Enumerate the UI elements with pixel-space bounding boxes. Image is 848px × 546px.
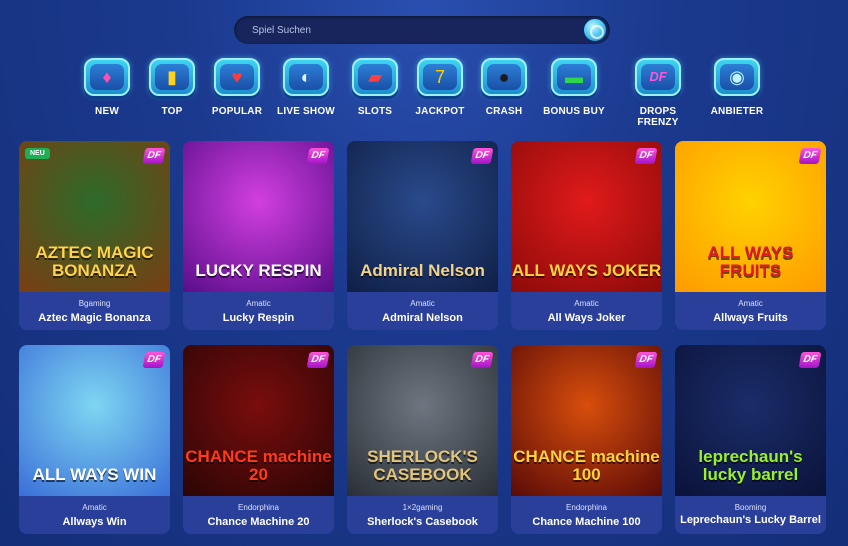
drops-frenzy-badge: DF [634,148,658,164]
game-thumbnail[interactable]: SHERLOCK'S CASEBOOK DF [347,345,498,496]
game-art-title: ALL WAYS FRUITS [707,243,794,280]
drops-frenzy-badge: DF [142,148,166,164]
game-card[interactable]: ALL WAYS JOKER DF Amatic All Ways Joker [511,141,662,330]
game-thumbnail[interactable]: Admiral Nelson DF [347,141,498,292]
game-art-title: CHANCE machine 20 [185,447,332,484]
game-card[interactable]: SHERLOCK'S CASEBOOK DF 1×2gaming Sherlock's… [347,345,498,534]
game-art-title: CHANCE machine 100 [513,447,660,484]
category-bonus-buy[interactable]: ▬ BONUS BUY [534,58,614,117]
category-label: CRASH [485,106,523,117]
game-art-title: LUCKY RESPIN [195,261,322,280]
slot-reel-icon: ▰ [352,58,398,96]
game-thumbnail[interactable]: ALL WAYS WIN DF [19,345,170,496]
search-bar [234,16,610,44]
heart-icon: ♥ [214,58,260,96]
game-card[interactable]: ALL WAYS WIN DF Amatic Allways Win [19,345,170,534]
mic-icon: ◐ [283,58,329,96]
game-title[interactable]: Aztec Magic Bonanza [23,312,166,324]
gem-icon: ♦ [84,58,130,96]
bars-icon: ▮ [149,58,195,96]
game-title[interactable]: Leprechaun's Lucky Barrel [679,514,822,526]
category-label: POPULAR [211,106,263,117]
drops-frenzy-badge: DF [306,148,330,164]
category-label: DROPS FRENZY [637,106,679,128]
category-popular[interactable]: ♥ POPULAR [197,58,277,117]
df-logo-icon: DF [635,58,681,96]
game-provider: Endorphina [238,503,279,512]
category-label: LIVE SHOW [277,106,335,117]
drops-frenzy-badge: DF [142,352,166,368]
game-provider: Amatic [574,299,599,308]
game-title[interactable]: Chance Machine 100 [515,516,658,528]
game-title[interactable]: All Ways Joker [515,312,658,324]
game-title[interactable]: Sherlock's Casebook [351,516,494,528]
game-art-title: ALL WAYS JOKER [511,261,662,280]
game-title[interactable]: Chance Machine 20 [187,516,330,528]
game-provider: Amatic [246,299,271,308]
game-thumbnail[interactable]: CHANCE machine 100 DF [511,345,662,496]
game-thumbnail[interactable]: CHANCE machine 20 DF [183,345,334,496]
game-title[interactable]: Allways Fruits [679,312,822,324]
game-thumbnail[interactable]: ALL WAYS FRUITS DF [675,141,826,292]
game-title[interactable]: Admiral Nelson [351,312,494,324]
seven-icon: 7 [417,58,463,96]
game-provider: Amatic [82,503,107,512]
drops-frenzy-badge: DF [798,352,822,368]
game-thumbnail[interactable]: ALL WAYS JOKER DF [511,141,662,292]
category-label: BONUS BUY [543,106,605,117]
game-provider: Endorphina [566,503,607,512]
game-card[interactable]: Admiral Nelson DF Amatic Admiral Nelson [347,141,498,330]
category-crash[interactable]: ● CRASH [464,58,544,117]
category-live-show[interactable]: ◐ LIVE SHOW [266,58,346,117]
drops-frenzy-badge: DF [798,148,822,164]
drops-frenzy-badge: DF [470,352,494,368]
drops-frenzy-badge: DF [634,352,658,368]
category-label: ANBIETER [710,106,764,117]
game-provider: Amatic [738,299,763,308]
game-card[interactable]: CHANCE machine 20 DF Endorphina Chance Mach… [183,345,334,534]
game-provider: Booming [734,503,767,512]
game-provider: Bgaming [78,299,111,308]
game-card[interactable]: ALL WAYS FRUITS DF Amatic Allways Fruits [675,141,826,330]
game-card[interactable]: AZTEC MAGIC BONANZA DF NEU Bgaming Aztec Mag… [19,141,170,330]
drops-frenzy-badge: DF [306,352,330,368]
drops-frenzy-badge: DF [470,148,494,164]
game-art-title: AZTEC MAGIC BONANZA [35,243,154,280]
game-thumbnail[interactable]: LUCKY RESPIN DF [183,141,334,292]
game-thumbnail[interactable]: AZTEC MAGIC BONANZA DF NEU [19,141,170,292]
game-card[interactable]: LUCKY RESPIN DF Amatic Lucky Respin [183,141,334,330]
game-provider: Amatic [410,299,435,308]
game-art-title: leprechaun's lucky barrel [698,447,803,484]
search-input[interactable] [234,16,584,44]
cash-icon: ▬ [551,58,597,96]
game-art-title: Admiral Nelson [360,261,485,280]
category-anbieter[interactable]: ◉ ANBIETER [697,58,777,117]
game-title[interactable]: Lucky Respin [187,312,330,324]
category-drops-frenzy[interactable]: DF DROPS FRENZY [618,58,698,128]
new-badge: NEU [25,148,50,159]
game-card[interactable]: CHANCE machine 100 DF Endorphina Chance Mac… [511,345,662,534]
bomb-icon: ● [481,58,527,96]
provider-robot-icon: ◉ [714,58,760,96]
search-icon[interactable] [582,17,608,43]
game-title[interactable]: Allways Win [23,516,166,528]
category-nav: ♦ NEW ▮ TOP ♥ POPULAR ◐ LIVE SHOW ▰ SLOTS 7 JACKPOT… [0,58,848,128]
game-thumbnail[interactable]: leprechaun's lucky barrel DF [675,345,826,496]
game-provider: 1×2gaming [402,503,443,512]
game-card[interactable]: leprechaun's lucky barrel DF Booming Leprec… [675,345,826,534]
game-art-title: ALL WAYS WIN [32,465,157,484]
game-art-title: SHERLOCK'S CASEBOOK [367,447,478,484]
